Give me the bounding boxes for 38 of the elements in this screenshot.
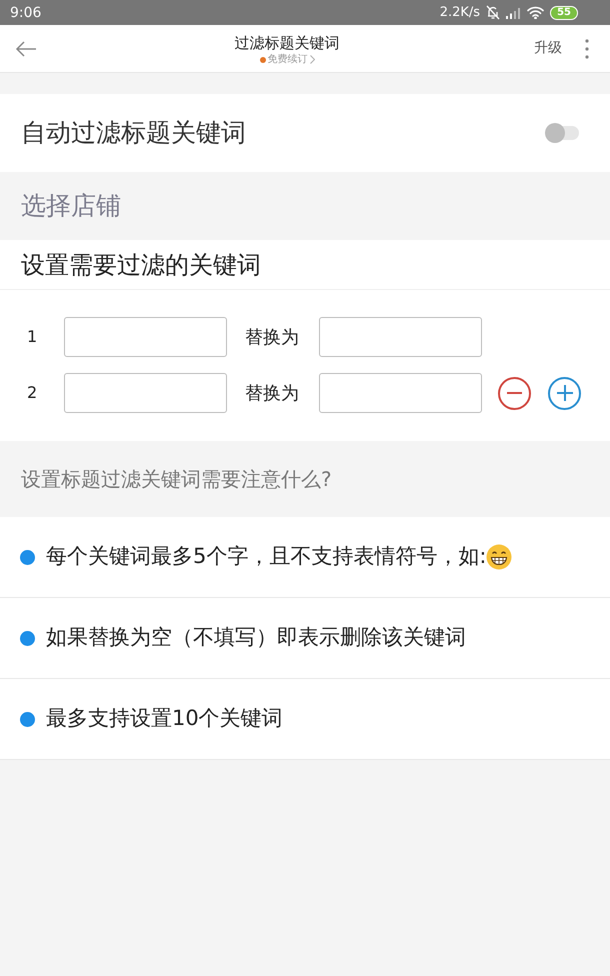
- battery-indicator: 55: [550, 6, 578, 20]
- bullet-dot-icon: [20, 630, 35, 646]
- signal-icon: [506, 6, 522, 18]
- auto-filter-label: 自动过滤标题关键词: [21, 117, 246, 150]
- tip-text: 如果替换为空（不填写）即表示删除该关键词: [46, 624, 466, 652]
- keyword-input[interactable]: [64, 317, 227, 357]
- keywords-title: 设置需要过滤的关键词: [21, 250, 261, 280]
- bullet-dot-icon: [20, 712, 35, 726]
- row-number: 2: [27, 382, 38, 404]
- row-number: 1: [27, 326, 38, 348]
- network-speed: 2.2K/s: [440, 6, 480, 19]
- keyword-input[interactable]: [64, 373, 227, 413]
- replacement-input[interactable]: [319, 317, 482, 357]
- status-dot-icon: [260, 56, 266, 62]
- tip-text: 最多支持设置10个关键词: [46, 705, 283, 732]
- bullet-dot-icon: [20, 550, 35, 564]
- more-menu-button[interactable]: [584, 38, 590, 60]
- replace-with-label: 替换为: [245, 382, 300, 406]
- tip-text: 每个关键词最多5个字，且不支持表情符号，如:: [46, 543, 486, 570]
- more-menu-icon: [585, 38, 589, 58]
- page-title: 过滤标题关键词: [234, 32, 340, 52]
- select-store-item[interactable]: 选择店铺: [0, 172, 610, 240]
- renew-link[interactable]: 免费续订: [268, 52, 308, 66]
- remove-button[interactable]: [498, 376, 531, 410]
- back-arrow-icon: [15, 40, 37, 56]
- bell-off-icon: [486, 5, 500, 20]
- grinning-face-icon: [486, 544, 512, 570]
- clock-time: 9:06: [10, 6, 42, 20]
- upgrade-button[interactable]: 升级: [534, 38, 562, 59]
- minus-icon: [507, 392, 522, 394]
- replace-with-label: 替换为: [245, 326, 300, 350]
- wifi-icon: [527, 6, 544, 19]
- replacement-input[interactable]: [319, 373, 482, 413]
- chevron-right-icon: [310, 55, 314, 64]
- auto-filter-toggle[interactable]: [545, 123, 579, 143]
- tips-question: 设置标题过滤关键词需要注意什么?: [21, 466, 332, 493]
- plus-icon: [556, 385, 572, 401]
- add-button[interactable]: [548, 376, 581, 410]
